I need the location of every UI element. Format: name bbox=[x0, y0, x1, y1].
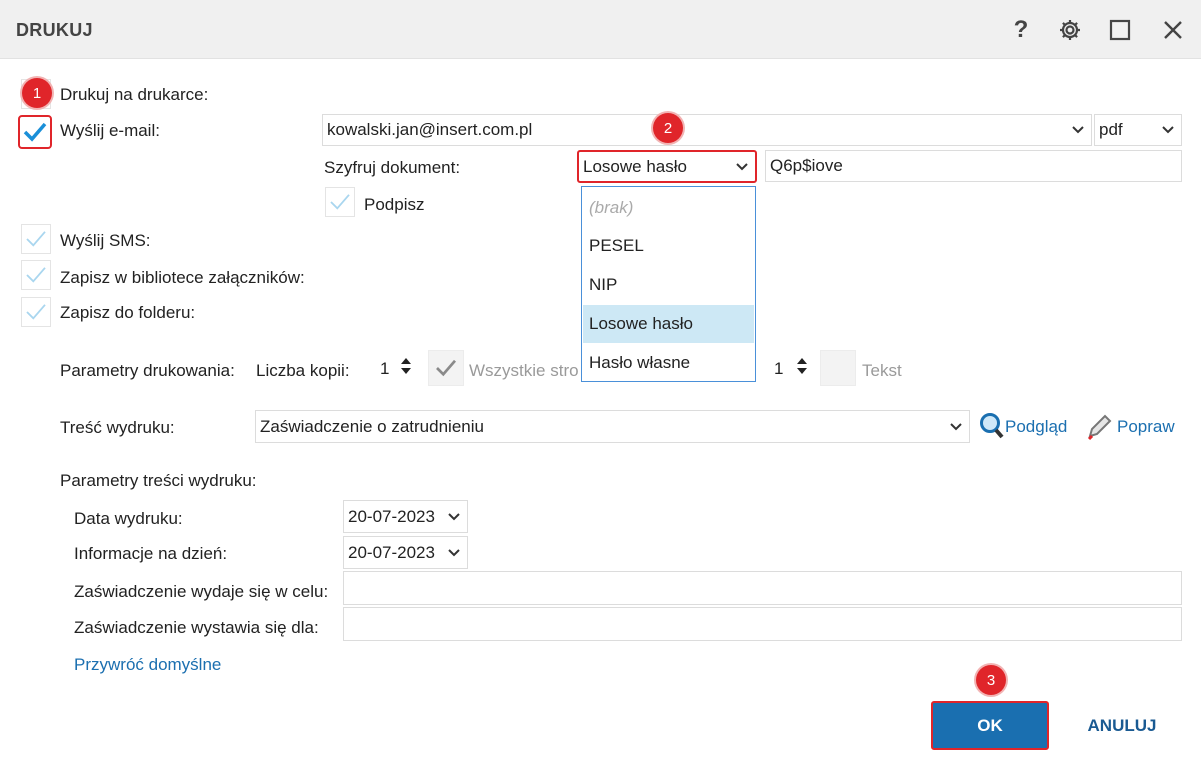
folder-label: Zapisz do folderu: bbox=[60, 303, 196, 322]
library-label: Zapisz w bibliotece załączników: bbox=[60, 268, 305, 287]
chevron-down-icon bbox=[1072, 126, 1084, 134]
chevron-down-icon bbox=[950, 422, 962, 430]
step-badge-2: 2 bbox=[653, 113, 683, 143]
dialog-title: DRUKUJ bbox=[16, 20, 93, 40]
purpose-label: Zaświadczenie wydaje się w celu: bbox=[74, 582, 329, 601]
text-checkbox[interactable] bbox=[820, 350, 856, 386]
content-label: Treść wydruku: bbox=[60, 418, 175, 437]
issued-for-input[interactable] bbox=[343, 607, 1182, 641]
email-checkbox[interactable] bbox=[18, 115, 52, 149]
check-icon bbox=[436, 359, 457, 377]
gear-icon[interactable] bbox=[1054, 14, 1086, 46]
dropdown-option[interactable]: Hasło własne bbox=[583, 344, 754, 382]
encrypt-label: Szyfruj dokument: bbox=[324, 158, 461, 177]
print-params-label: Parametry drukowania: bbox=[60, 361, 235, 380]
content-value: Zaświadczenie o zatrudnieniu bbox=[260, 416, 484, 436]
info-date-label: Informacje na dzień: bbox=[74, 544, 228, 563]
check-icon bbox=[26, 267, 46, 283]
text-label: Tekst bbox=[862, 361, 902, 380]
encrypt-select[interactable]: Losowe hasło bbox=[577, 150, 757, 183]
dropdown-option[interactable]: (brak) bbox=[583, 189, 754, 227]
issued-for-label: Zaświadczenie wystawia się dla: bbox=[74, 618, 319, 637]
dropdown-option-selected[interactable]: Losowe hasło bbox=[583, 305, 754, 343]
format-value: pdf bbox=[1099, 120, 1123, 139]
arrow-up-icon[interactable] bbox=[796, 356, 808, 366]
copies-stepper[interactable]: 1 bbox=[360, 350, 418, 388]
print-date-value: 20-07-2023 bbox=[348, 506, 435, 526]
preview-icon[interactable] bbox=[979, 412, 1005, 445]
arrow-down-icon[interactable] bbox=[796, 366, 808, 376]
chevron-down-icon bbox=[1162, 126, 1174, 134]
library-checkbox[interactable] bbox=[21, 260, 51, 290]
check-icon bbox=[26, 304, 46, 320]
purpose-input[interactable] bbox=[343, 571, 1182, 605]
chevron-down-icon bbox=[448, 548, 460, 556]
encrypt-selected-value: Losowe hasło bbox=[583, 156, 687, 176]
dropdown-option[interactable]: NIP bbox=[583, 266, 754, 304]
copies-value: 1 bbox=[380, 359, 390, 378]
chevron-down-icon bbox=[736, 162, 748, 170]
format-select[interactable]: pdf bbox=[1094, 114, 1182, 146]
maximize-icon[interactable] bbox=[1104, 14, 1136, 46]
email-address-value: kowalski.jan@insert.com.pl bbox=[327, 120, 533, 139]
all-pages-checkbox[interactable] bbox=[428, 350, 464, 386]
help-icon[interactable]: ? bbox=[1005, 14, 1037, 46]
dropdown-option[interactable]: PESEL bbox=[583, 227, 754, 265]
info-date-value: 20-07-2023 bbox=[348, 542, 435, 562]
preview-link[interactable]: Podgląd bbox=[1005, 417, 1067, 437]
pages-value: 1 bbox=[774, 359, 784, 378]
check-icon bbox=[26, 231, 46, 247]
all-pages-label: Wszystkie stro bbox=[469, 361, 579, 380]
close-icon[interactable] bbox=[1157, 14, 1189, 46]
cancel-button[interactable]: ANULUJ bbox=[1078, 701, 1166, 750]
restore-defaults-link[interactable]: Przywróć domyślne bbox=[74, 655, 221, 675]
email-address-select[interactable]: kowalski.jan@insert.com.pl bbox=[322, 114, 1092, 146]
sms-label: Wyślij SMS: bbox=[60, 231, 151, 250]
arrow-up-icon[interactable] bbox=[400, 356, 412, 366]
edit-pencil-icon[interactable] bbox=[1086, 412, 1114, 447]
ok-button[interactable]: OK bbox=[931, 701, 1049, 750]
edit-link[interactable]: Popraw bbox=[1117, 417, 1175, 437]
check-icon bbox=[330, 194, 350, 210]
copies-label: Liczba kopii: bbox=[256, 361, 350, 380]
sign-label: Podpisz bbox=[364, 195, 425, 214]
chevron-down-icon bbox=[448, 512, 460, 520]
arrow-down-icon[interactable] bbox=[400, 366, 412, 376]
encrypt-dropdown-list: (brak) PESEL NIP Losowe hasło Hasło włas… bbox=[581, 186, 756, 382]
password-input[interactable]: Q6p$iove bbox=[765, 150, 1182, 182]
sign-checkbox[interactable] bbox=[325, 187, 355, 217]
sms-checkbox[interactable] bbox=[21, 224, 51, 254]
step-badge-3: 3 bbox=[976, 665, 1006, 695]
pages-stepper[interactable]: 1 bbox=[758, 350, 814, 388]
print-label: Drukuj na drukarce: bbox=[60, 85, 209, 104]
print-date-picker[interactable]: 20-07-2023 bbox=[343, 500, 468, 533]
content-params-label: Parametry treści wydruku: bbox=[60, 471, 257, 490]
step-badge-1: 1 bbox=[22, 78, 52, 108]
check-icon bbox=[23, 122, 47, 142]
print-date-label: Data wydruku: bbox=[74, 509, 183, 528]
info-date-picker[interactable]: 20-07-2023 bbox=[343, 536, 468, 569]
password-value: Q6p$iove bbox=[770, 156, 843, 175]
content-select[interactable]: Zaświadczenie o zatrudnieniu bbox=[255, 410, 970, 443]
folder-checkbox[interactable] bbox=[21, 297, 51, 327]
email-label: Wyślij e-mail: bbox=[60, 121, 160, 140]
